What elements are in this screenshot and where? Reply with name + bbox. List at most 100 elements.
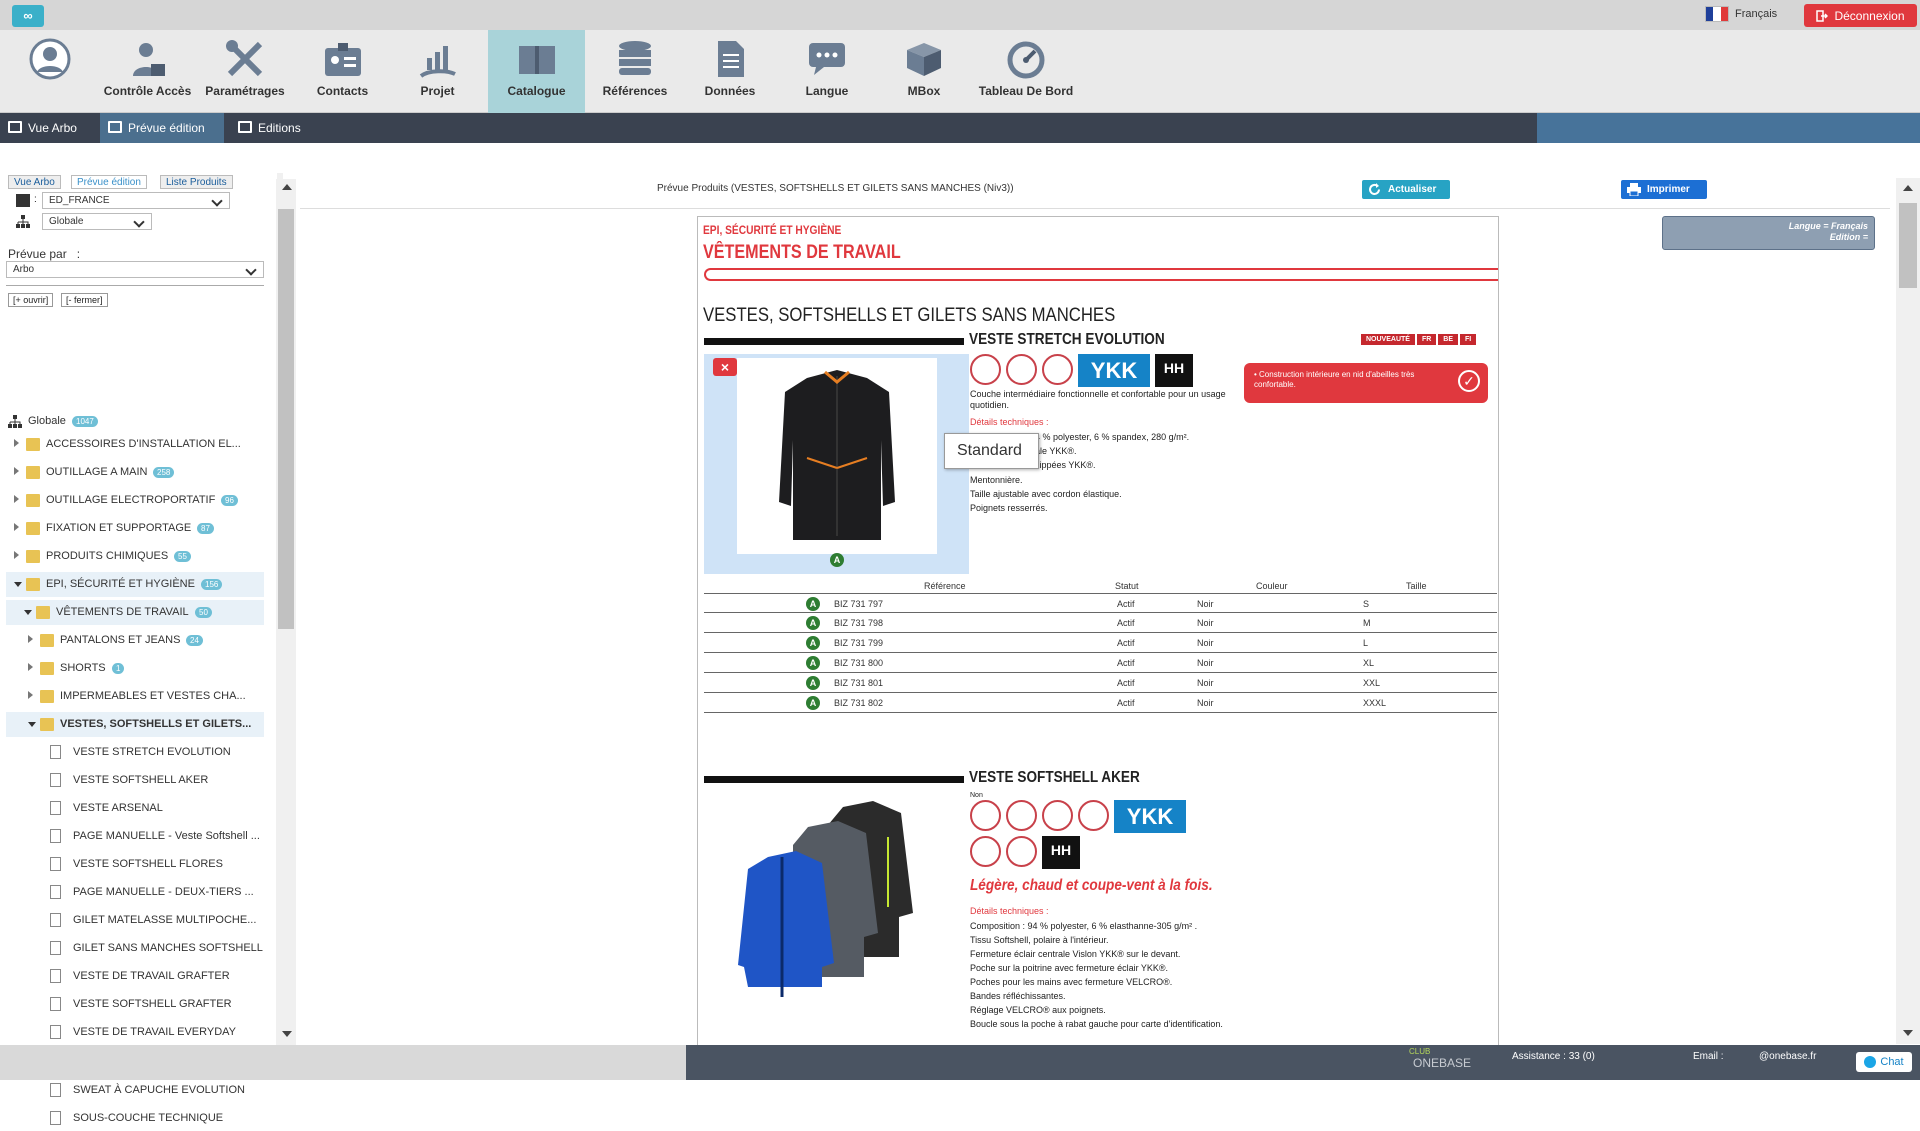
nav-parametrages[interactable]: Paramétrages: [195, 30, 295, 113]
cell-reference: BIZ 731 800: [834, 658, 884, 668]
folder-icon: [26, 438, 40, 451]
nav-user[interactable]: [10, 30, 90, 113]
nav-tableau-de-bord[interactable]: Tableau De Bord: [970, 30, 1082, 113]
scroll-down-icon[interactable]: [282, 1031, 292, 1037]
tag-be: BE: [1438, 334, 1459, 345]
expand-icon[interactable]: [14, 467, 19, 475]
cell-couleur: Noir: [1197, 698, 1214, 708]
product-image-zone[interactable]: × A: [704, 354, 969, 574]
expand-icon[interactable]: [14, 439, 19, 447]
tree-item-product[interactable]: VESTE DE TRAVAIL GRAFTER: [6, 964, 264, 989]
table-row[interactable]: A BIZ 731 799 Actif Noir L: [704, 633, 1497, 653]
tree-item-product[interactable]: GILET SANS MANCHES SOFTSHELL: [6, 936, 264, 961]
collapse-icon[interactable]: [28, 722, 36, 727]
table-row[interactable]: A BIZ 731 798 Actif Noir M: [704, 613, 1497, 633]
tree-item-folder[interactable]: SHORTS 1: [6, 656, 264, 681]
scroll-up-icon[interactable]: [282, 184, 292, 190]
tree-item-product[interactable]: VESTE SOFTSHELL GRAFTER: [6, 992, 264, 1017]
tree-item-product[interactable]: VESTE SOFTSHELL FLORES: [6, 852, 264, 877]
document-icon: [50, 1025, 61, 1039]
status-badge-a: A: [806, 676, 820, 690]
print-button[interactable]: Imprimer: [1621, 180, 1707, 199]
nav-contacts[interactable]: Contacts: [300, 30, 385, 113]
cell-taille: S: [1363, 599, 1370, 609]
collapse-all-button[interactable]: [- fermer]: [61, 293, 108, 307]
expand-icon[interactable]: [14, 495, 19, 503]
table-row[interactable]: A BIZ 731 797 Actif Noir S: [704, 593, 1497, 613]
count-badge: 96: [221, 495, 238, 506]
product-tagline: Légère, chaud et coupe-vent à la fois.: [970, 877, 1213, 894]
expand-icon[interactable]: [28, 691, 33, 699]
nav-projet[interactable]: Projet: [395, 30, 480, 113]
tree-item-label: OUTILLAGE A MAIN: [46, 466, 148, 478]
expand-all-button[interactable]: [+ ouvrir]: [8, 293, 54, 307]
left-scroll-thumb[interactable]: [278, 209, 294, 629]
tree-item-folder[interactable]: PRODUITS CHIMIQUES 55: [6, 544, 264, 569]
references-table: Référence Statut Couleur Taille A BIZ 731…: [704, 581, 1497, 721]
language-selector[interactable]: Français: [1705, 6, 1777, 22]
tree-item-product[interactable]: PAGE MANUELLE - DEUX-TIERS ...: [6, 880, 264, 905]
refresh-button[interactable]: Actualiser: [1362, 180, 1450, 199]
tree-item-folder[interactable]: ACCESSOIRES D'INSTALLATION EL...: [6, 432, 264, 457]
prevue-par-select[interactable]: Arbo: [6, 261, 264, 278]
nav-references[interactable]: Références: [590, 30, 680, 113]
subnav-editions[interactable]: Editions: [230, 113, 320, 143]
cell-couleur: Noir: [1197, 599, 1214, 609]
tree-root-select[interactable]: Globale: [42, 213, 152, 230]
tree-item-label: VESTES, SOFTSHELLS ET GILETS...: [60, 718, 252, 730]
tree-item-product[interactable]: GILET MATELASSE MULTIPOCHE...: [6, 908, 264, 933]
email-value[interactable]: @onebase.fr: [1759, 1051, 1816, 1062]
nav-donnees[interactable]: Données: [690, 30, 770, 113]
expand-icon[interactable]: [28, 663, 33, 671]
tree-item-label: Globale: [28, 415, 66, 427]
tree-item-product[interactable]: SWEAT À CAPUCHE EVOLUTION: [6, 1078, 264, 1103]
count-badge: 24: [186, 635, 203, 646]
table-row[interactable]: A BIZ 731 801 Actif Noir XXL: [704, 673, 1497, 693]
tree-item-folder[interactable]: VESTES, SOFTSHELLS ET GILETS...: [6, 712, 264, 737]
scroll-down-icon[interactable]: [1903, 1030, 1913, 1036]
tree-item-product[interactable]: PAGE MANUELLE - Veste Softshell ...: [6, 824, 264, 849]
tree-item-folder[interactable]: OUTILLAGE A MAIN 258: [6, 460, 264, 485]
tab-vue-arbo[interactable]: Vue Arbo: [8, 175, 61, 189]
subnav-prevue-edition[interactable]: Prévue édition: [100, 113, 224, 143]
nav-langue[interactable]: Langue: [787, 30, 867, 113]
tree-item-folder[interactable]: EPI, SÉCURITÉ ET HYGIÈNE 156: [6, 572, 264, 597]
nav-catalogue[interactable]: Catalogue: [488, 30, 585, 113]
collapse-icon[interactable]: [14, 582, 22, 587]
detail-line: Composition : 94 % polyester, 6 % elasth…: [970, 921, 1198, 931]
folder-icon: [26, 522, 40, 535]
tree-item-folder[interactable]: VÊTEMENTS DE TRAVAIL 50: [6, 600, 264, 625]
table-row[interactable]: A BIZ 731 800 Actif Noir XL: [704, 653, 1497, 673]
scroll-up-icon[interactable]: [1903, 185, 1913, 191]
collapse-icon[interactable]: [24, 610, 32, 615]
expand-icon[interactable]: [14, 523, 19, 531]
left-scrollbar[interactable]: [276, 179, 296, 1045]
tree-item-product[interactable]: SOUS-COUCHE TECHNIQUE: [6, 1106, 264, 1131]
edition-select[interactable]: ED_FRANCE: [42, 192, 230, 209]
center-scrollbar[interactable]: [1896, 178, 1920, 1044]
app-logo[interactable]: ∞: [12, 5, 44, 27]
tree-item-folder[interactable]: OUTILLAGE ELECTROPORTATIF 96: [6, 488, 264, 513]
close-icon[interactable]: ×: [713, 358, 737, 376]
tree-item-product[interactable]: VESTE STRETCH EVOLUTION: [6, 740, 264, 765]
expand-icon[interactable]: [14, 551, 19, 559]
chat-button[interactable]: Chat: [1856, 1052, 1912, 1072]
nav-controle-acces[interactable]: Contrôle Accès: [100, 30, 195, 113]
tree-item-product[interactable]: VESTE ARSENAL: [6, 796, 264, 821]
expand-icon[interactable]: [28, 635, 33, 643]
tree-item-folder[interactable]: PANTALONS ET JEANS 24: [6, 628, 264, 653]
tree-item-folder[interactable]: IMPERMEABLES ET VESTES CHA...: [6, 684, 264, 709]
tree-item-product[interactable]: VESTE SOFTSHELL AKER: [6, 768, 264, 793]
tab-prevue-edition[interactable]: Prévue édition: [71, 175, 147, 189]
dashboard-icon: [1007, 41, 1045, 79]
tree-item-product[interactable]: VESTE DE TRAVAIL EVERYDAY: [6, 1020, 264, 1045]
fabric-icon: [970, 800, 1001, 831]
tree-item-folder[interactable]: FIXATION ET SUPPORTAGE 87: [6, 516, 264, 541]
center-scroll-thumb[interactable]: [1899, 203, 1917, 288]
subnav-vue-arbo[interactable]: Vue Arbo: [0, 113, 96, 143]
tree-item-folder[interactable]: Globale 1047: [6, 409, 264, 434]
logout-button[interactable]: Déconnexion: [1804, 4, 1917, 27]
nav-mbox[interactable]: MBox: [884, 30, 964, 113]
tab-liste-produits[interactable]: Liste Produits: [160, 175, 233, 189]
table-row[interactable]: A BIZ 731 802 Actif Noir XXXL: [704, 693, 1497, 713]
